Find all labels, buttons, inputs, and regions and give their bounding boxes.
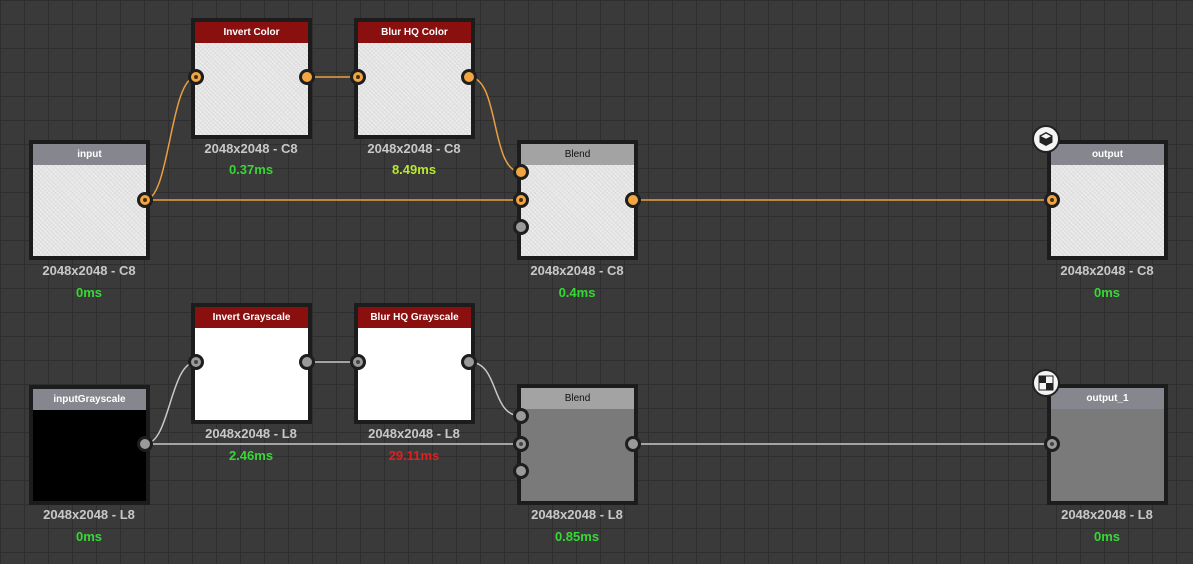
node-time: 8.49ms — [391, 162, 437, 177]
node-time: 2.46ms — [228, 448, 274, 463]
port-blend-color-out[interactable] — [625, 192, 641, 208]
node-time: 0.85ms — [554, 529, 600, 544]
node-thumbnail — [521, 165, 634, 256]
node-title: Invert Grayscale — [195, 307, 308, 328]
port-blend-color-in-3[interactable] — [513, 219, 529, 235]
node-thumbnail — [521, 409, 634, 501]
node-resolution: 2048x2048 - L8 — [1061, 507, 1153, 522]
node-invert-color[interactable]: Invert Color — [191, 18, 312, 139]
node-input[interactable]: input — [29, 140, 150, 260]
node-output-1[interactable]: output_1 — [1047, 384, 1168, 505]
port-invert-color-out[interactable] — [299, 69, 315, 85]
port-invert-grayscale-in[interactable] — [188, 354, 204, 370]
node-resolution: 2048x2048 - C8 — [204, 141, 298, 156]
port-blend-grayscale-in-2[interactable] — [513, 436, 529, 452]
node-time: 0ms — [1093, 285, 1121, 300]
port-blend-grayscale-in-1[interactable] — [513, 408, 529, 424]
node-time: 0.4ms — [558, 285, 596, 300]
port-blend-grayscale-in-3[interactable] — [513, 463, 529, 479]
port-output-in[interactable] — [1044, 192, 1060, 208]
port-invert-color-in[interactable] — [188, 69, 204, 85]
node-title: Blend — [521, 388, 634, 409]
node-time: 0ms — [75, 285, 103, 300]
node-time: 0ms — [1093, 529, 1121, 544]
node-title: output — [1051, 144, 1164, 165]
wire-input-to-invert-color[interactable] — [144, 76, 197, 201]
node-resolution: 2048x2048 - L8 — [205, 426, 297, 441]
node-title: inputGrayscale — [33, 389, 146, 410]
node-title: Blur HQ Color — [358, 22, 471, 43]
node-thumbnail — [1051, 165, 1164, 256]
port-blend-color-in-2[interactable] — [513, 192, 529, 208]
node-resolution: 2048x2048 - L8 — [531, 507, 623, 522]
node-title: Blur HQ Grayscale — [358, 307, 471, 328]
node-blur-hq-color[interactable]: Blur HQ Color — [354, 18, 475, 139]
node-resolution: 2048x2048 - C8 — [530, 263, 624, 278]
node-title: output_1 — [1051, 388, 1164, 409]
node-resolution: 2048x2048 - L8 — [368, 426, 460, 441]
wire-blur-to-blend-gray[interactable] — [468, 361, 522, 417]
node-invert-grayscale[interactable]: Invert Grayscale — [191, 303, 312, 424]
node-thumbnail — [358, 328, 471, 420]
port-blur-color-out[interactable] — [461, 69, 477, 85]
node-thumbnail — [195, 43, 308, 135]
port-blend-grayscale-out[interactable] — [625, 436, 641, 452]
port-input-out[interactable] — [137, 192, 153, 208]
node-thumbnail — [33, 165, 146, 256]
node-resolution: 2048x2048 - C8 — [1060, 263, 1154, 278]
node-thumbnail — [195, 328, 308, 420]
node-output[interactable]: output — [1047, 140, 1168, 260]
node-blend-color[interactable]: Blend — [517, 140, 638, 260]
node-time: 0.37ms — [228, 162, 274, 177]
port-blur-grayscale-out[interactable] — [461, 354, 477, 370]
node-thumbnail — [33, 410, 146, 501]
port-output-1-in[interactable] — [1044, 436, 1060, 452]
node-title: Blend — [521, 144, 634, 165]
node-time: 0ms — [75, 529, 103, 544]
node-input-grayscale[interactable]: inputGrayscale — [29, 385, 150, 505]
port-blend-color-in-1[interactable] — [513, 164, 529, 180]
checker-icon[interactable] — [1032, 369, 1060, 397]
node-resolution: 2048x2048 - L8 — [43, 507, 135, 522]
port-blur-color-in[interactable] — [350, 69, 366, 85]
node-resolution: 2048x2048 - C8 — [367, 141, 461, 156]
node-resolution: 2048x2048 - C8 — [42, 263, 136, 278]
port-invert-grayscale-out[interactable] — [299, 354, 315, 370]
node-blend-grayscale[interactable]: Blend — [517, 384, 638, 505]
cube-icon[interactable] — [1032, 125, 1060, 153]
node-title: input — [33, 144, 146, 165]
node-title: Invert Color — [195, 22, 308, 43]
wire-blur-to-blend-color[interactable] — [468, 76, 522, 173]
node-thumbnail — [358, 43, 471, 135]
node-thumbnail — [1051, 409, 1164, 501]
node-blur-hq-grayscale[interactable]: Blur HQ Grayscale — [354, 303, 475, 424]
node-time: 29.11ms — [388, 448, 440, 463]
port-blur-grayscale-in[interactable] — [350, 354, 366, 370]
port-input-grayscale-out[interactable] — [137, 436, 153, 452]
